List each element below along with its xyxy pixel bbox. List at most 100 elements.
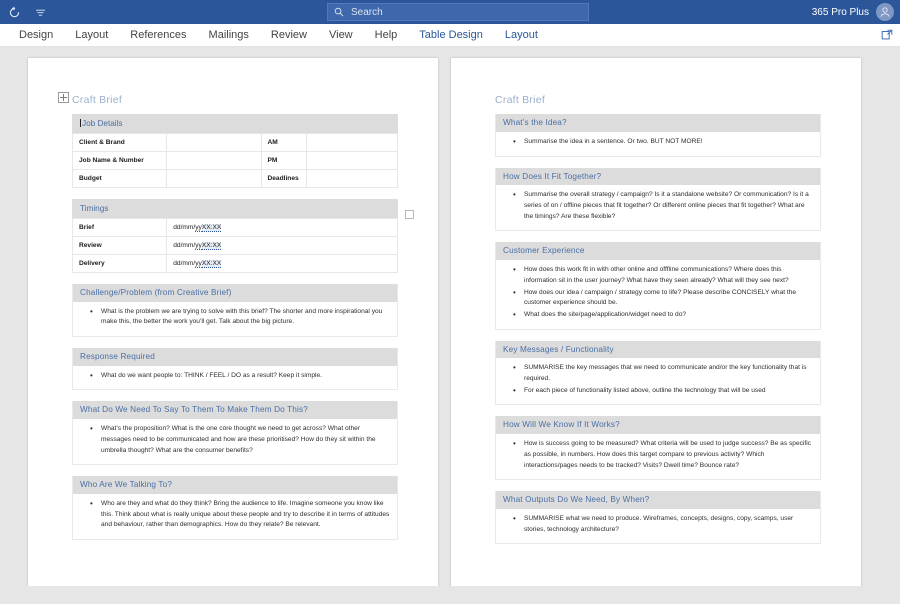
table-resize-handle-icon[interactable] — [405, 210, 414, 219]
list-item: Who are they and what do they think? Bri… — [79, 498, 391, 531]
bullet-list: Who are they and what do they think? Bri… — [79, 498, 391, 531]
cell-job-name-value[interactable] — [166, 150, 262, 170]
cell-client-brand-value[interactable] — [166, 132, 262, 152]
list-item: How does this work fit in with other onl… — [502, 264, 814, 286]
tab-mailings[interactable]: Mailings — [198, 24, 260, 47]
quick-access-toolbar — [0, 4, 48, 20]
section-body[interactable]: SUMMARISE what we need to produce. Wiref… — [496, 509, 820, 544]
timings-table[interactable]: Brief dd/mm/yyXX:XX Review dd/mm/yyXX:XX… — [71, 217, 398, 273]
cell-brief-value[interactable]: dd/mm/yyXX:XX — [166, 217, 398, 237]
table-row[interactable]: Brief dd/mm/yyXX:XX — [71, 217, 398, 237]
brief-time: XX:XX — [201, 223, 222, 232]
review-date-yy: yy — [195, 241, 202, 250]
brief-date: dd/mm/ — [173, 223, 196, 231]
tab-view[interactable]: View — [318, 24, 364, 47]
section-what-outputs-do-we-need[interactable]: What Outputs Do We Need, By When? SUMMAR… — [495, 491, 821, 545]
timings-header: Timings — [72, 198, 398, 218]
section-key-messages-functionality[interactable]: Key Messages / Functionality SUMMARISE t… — [495, 340, 821, 406]
customize-quick-access-toolbar-icon[interactable] — [32, 4, 48, 20]
list-item: What do we want people to: THINK / FEEL … — [79, 370, 391, 383]
section-who-are-we-talking-to[interactable]: Who Are We Talking To? Who are they and … — [72, 476, 398, 541]
cell-review-label: Review — [71, 235, 168, 255]
section-header: Key Messages / Functionality — [496, 340, 820, 359]
bullet-list: SUMMARISE what we need to produce. Wiref… — [502, 513, 814, 535]
section-header: Customer Experience — [496, 242, 820, 261]
section-response-required[interactable]: Response Required What do we want people… — [72, 347, 398, 391]
cell-delivery-value[interactable]: dd/mm/yyXX:XX — [166, 253, 398, 273]
search-placeholder: Search — [351, 6, 383, 18]
table-row[interactable]: Review dd/mm/yyXX:XX — [71, 235, 398, 255]
cell-brief-label: Brief — [71, 217, 168, 237]
bullet-list: What is the problem we are trying to sol… — [79, 306, 391, 328]
person-icon — [880, 7, 890, 17]
section-body[interactable]: SUMMARISE the key messages that we need … — [496, 358, 820, 405]
bullet-list: Summarise the overall strategy / campaig… — [502, 189, 814, 222]
section-header: How Will We Know If It Works? — [496, 416, 820, 435]
document-page-2[interactable]: Craft Brief What’s the Idea? Summarise t… — [451, 58, 861, 604]
cell-am-label: AM — [260, 132, 307, 152]
section-body[interactable]: What do we want people to: THINK / FEEL … — [73, 365, 397, 390]
review-time: XX:XX — [201, 241, 222, 250]
section-what-to-say[interactable]: What Do We Need To Say To Them To Make T… — [72, 401, 398, 466]
doc-title-text: Craft Brief — [72, 94, 123, 106]
section-body[interactable]: What is the problem we are trying to sol… — [73, 301, 397, 336]
tab-review[interactable]: Review — [260, 24, 318, 47]
tab-help[interactable]: Help — [364, 24, 409, 47]
cell-budget-label: Budget — [71, 168, 168, 188]
page-2-content: Craft Brief What’s the Idea? Summarise t… — [495, 94, 821, 555]
tab-layout[interactable]: Layout — [64, 24, 119, 47]
section-how-does-it-fit-together[interactable]: How Does It Fit Together? Summarise the … — [495, 167, 821, 232]
section-header: Response Required — [73, 347, 397, 366]
tab-table-design[interactable]: Table Design — [408, 24, 494, 47]
cell-budget-value[interactable] — [166, 168, 262, 188]
list-item: Summarise the overall strategy / campaig… — [502, 189, 814, 222]
list-item: SUMMARISE the key messages that we need … — [502, 362, 814, 384]
section-header: What Outputs Do We Need, By When? — [496, 491, 820, 510]
section-body[interactable]: How does this work fit in with other onl… — [496, 260, 820, 329]
tab-table-layout[interactable]: Layout — [494, 24, 549, 47]
table-row[interactable]: Job Name & Number PM — [71, 150, 398, 170]
page-2-doc-title: Craft Brief — [495, 94, 546, 106]
table-row[interactable]: Client & Brand AM — [71, 132, 398, 152]
cell-pm-value[interactable] — [306, 150, 398, 170]
section-header: What’s the Idea? — [496, 114, 820, 132]
share-icon[interactable] — [878, 26, 896, 44]
document-page-1[interactable]: Craft Brief Job Details Client & Brand A… — [28, 58, 438, 604]
job-details-header-text: Job Details — [82, 119, 123, 128]
section-whats-the-idea[interactable]: What’s the Idea? Summarise the idea in a… — [495, 114, 821, 157]
section-header: How Does It Fit Together? — [496, 167, 820, 186]
list-item: For each piece of functionality listed a… — [502, 385, 814, 398]
job-details-header: Job Details — [72, 114, 398, 133]
table-move-handle-icon[interactable] — [58, 92, 69, 103]
search-input[interactable]: Search — [327, 3, 589, 21]
bullet-list: How does this work fit in with other onl… — [502, 264, 814, 321]
delivery-date-yy: yy — [195, 259, 202, 268]
account-area[interactable]: 365 Pro Plus — [812, 0, 894, 24]
delivery-date: dd/mm/ — [173, 259, 196, 267]
ribbon-tab-bar: Design Layout References Mailings Review… — [0, 24, 900, 47]
brief-date-yy: yy — [195, 223, 202, 232]
cell-am-value[interactable] — [306, 132, 398, 152]
section-body[interactable]: Who are they and what do they think? Bri… — [73, 494, 397, 540]
section-body[interactable]: What’s the proposition? What is the one … — [73, 419, 397, 465]
document-canvas[interactable]: Craft Brief Job Details Client & Brand A… — [0, 48, 900, 604]
cell-deadlines-value[interactable] — [306, 168, 398, 188]
section-body[interactable]: Summarise the idea in a sentence. Or two… — [496, 131, 820, 156]
undo-icon[interactable] — [6, 4, 22, 20]
table-row[interactable]: Delivery dd/mm/yyXX:XX — [71, 253, 398, 273]
bullet-list: SUMMARISE the key messages that we need … — [502, 362, 814, 398]
cell-review-value[interactable]: dd/mm/yyXX:XX — [166, 235, 398, 255]
job-details-table[interactable]: Client & Brand AM Job Name & Number PM B… — [71, 132, 398, 188]
section-body[interactable]: Summarise the overall strategy / campaig… — [496, 185, 820, 231]
tab-design[interactable]: Design — [8, 24, 64, 47]
avatar[interactable] — [876, 3, 894, 21]
section-challenge-problem[interactable]: Challenge/Problem (from Creative Brief) … — [72, 283, 398, 337]
table-row[interactable]: Budget Deadlines — [71, 168, 398, 188]
section-header: What Do We Need To Say To Them To Make T… — [73, 401, 397, 420]
section-how-will-we-know-if-it-works[interactable]: How Will We Know If It Works? How is suc… — [495, 416, 821, 481]
delivery-time: XX:XX — [201, 259, 222, 268]
section-customer-experience[interactable]: Customer Experience How does this work f… — [495, 242, 821, 330]
section-body[interactable]: How is success going to be measured? Wha… — [496, 434, 820, 480]
tab-references[interactable]: References — [119, 24, 197, 47]
search-icon — [334, 7, 344, 17]
